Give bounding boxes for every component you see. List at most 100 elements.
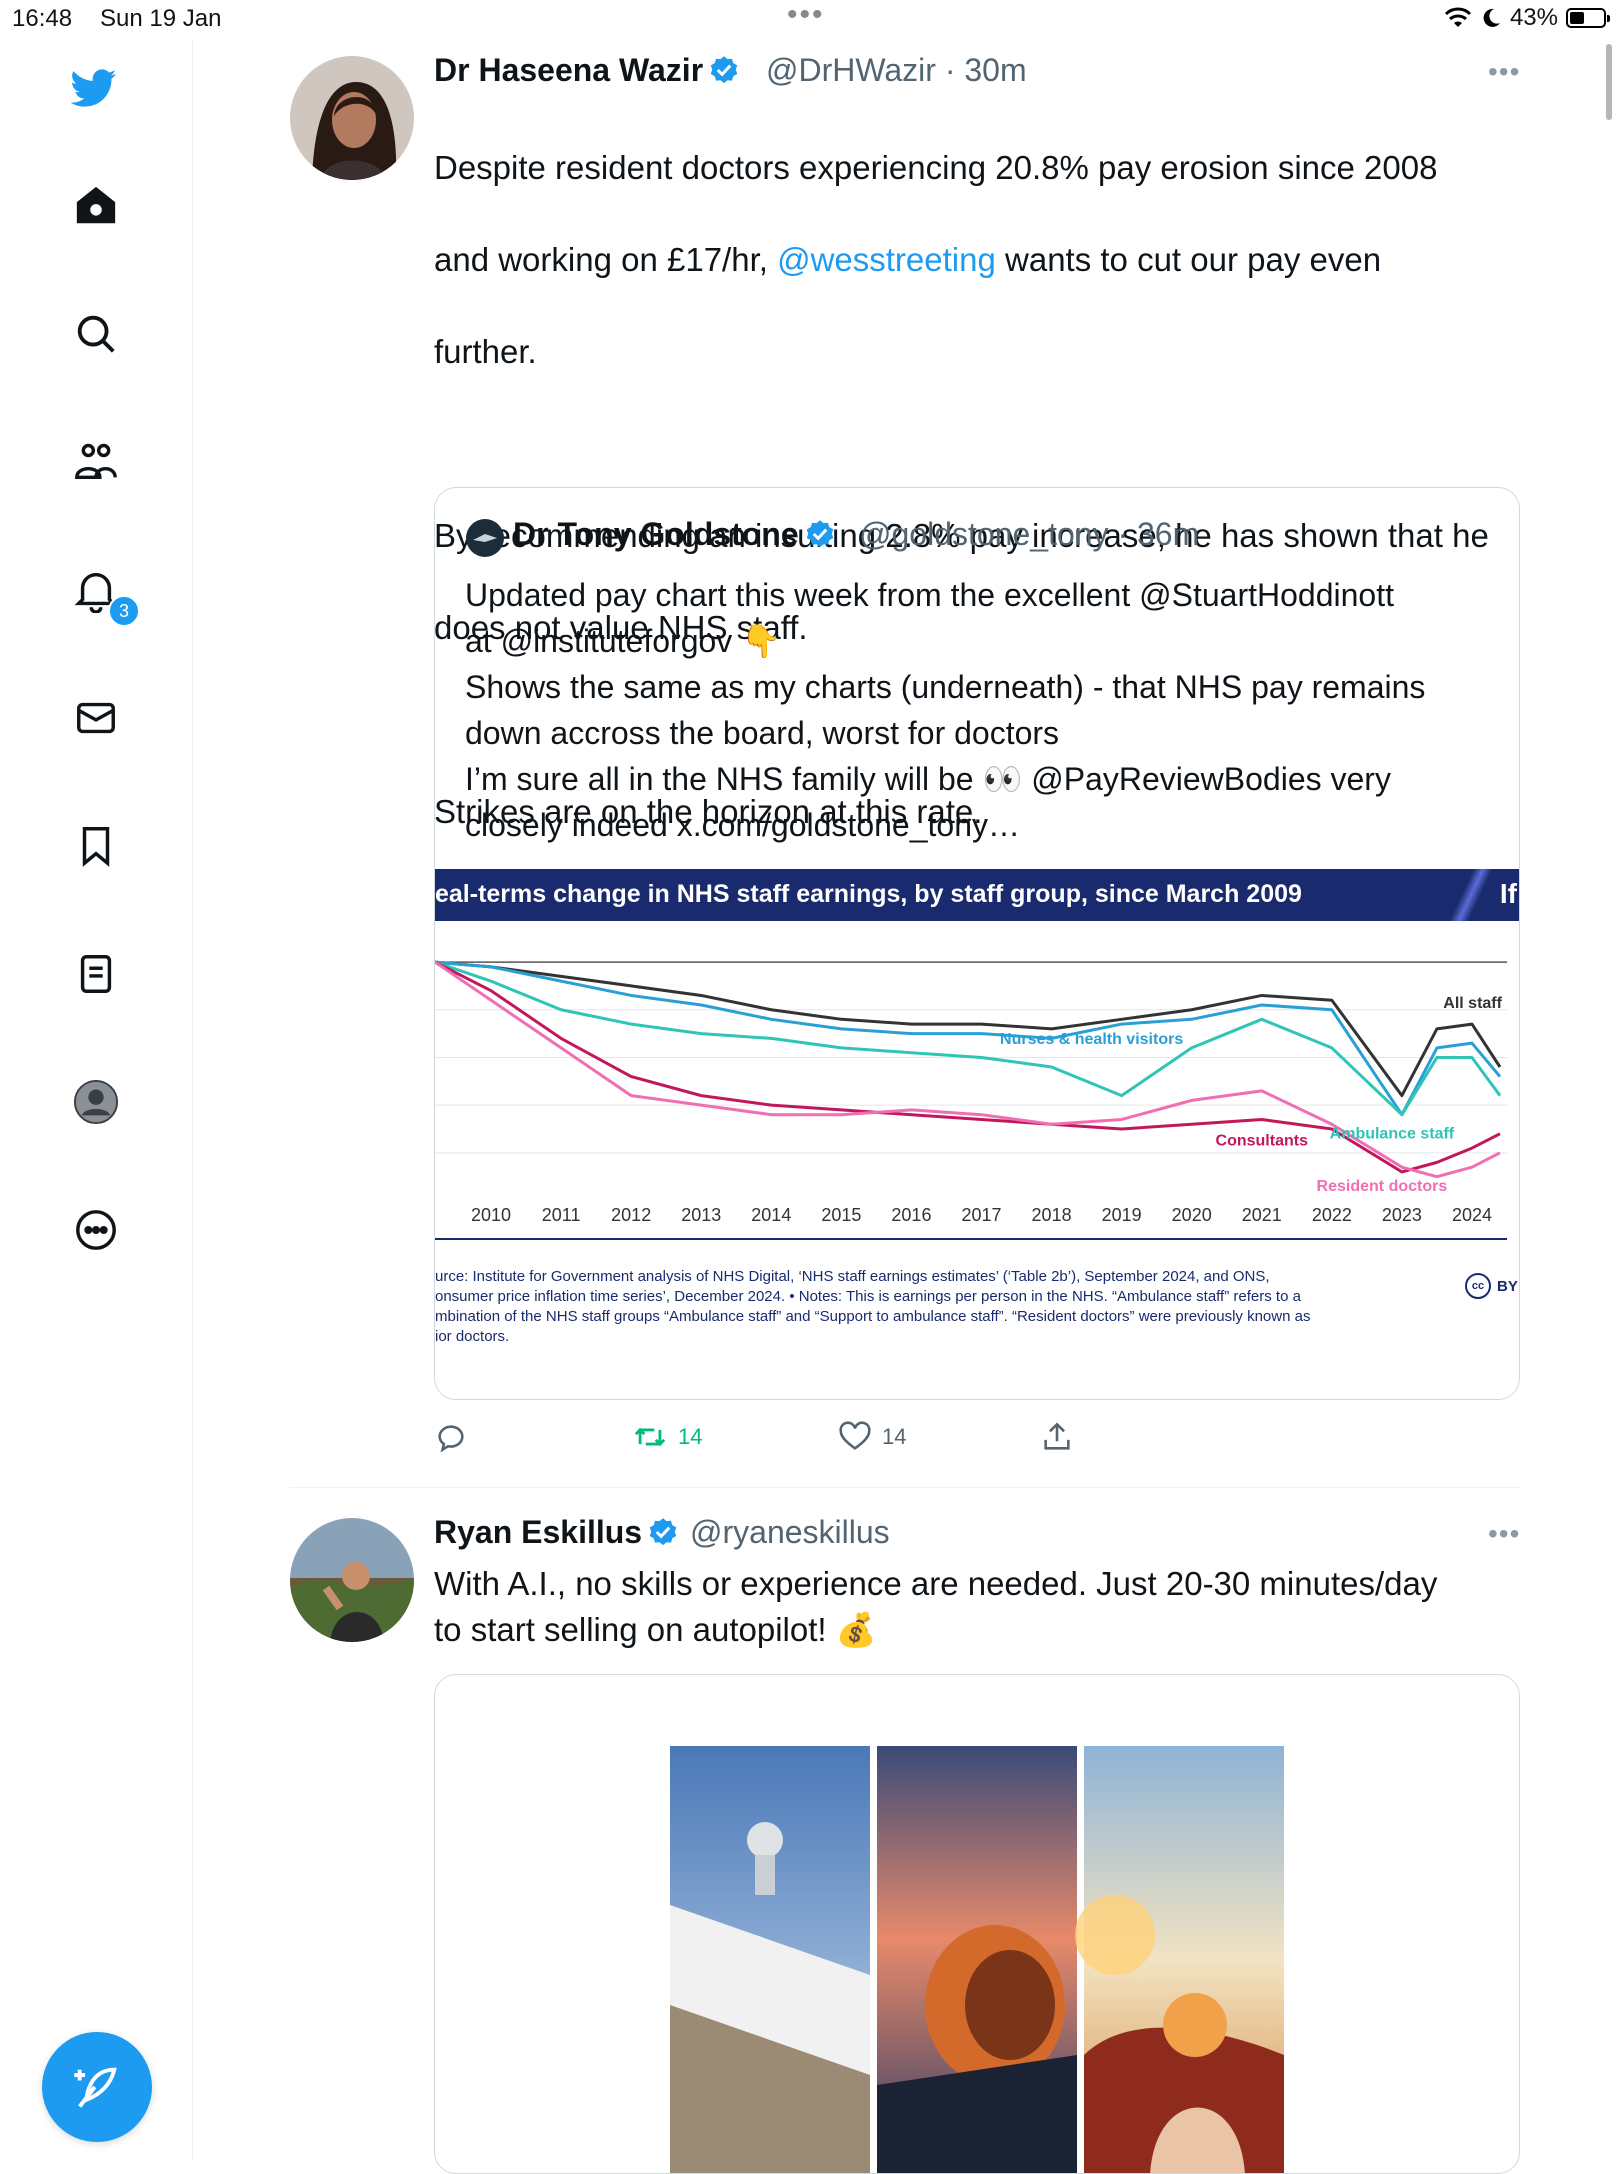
cc-icon: cc (1465, 1273, 1491, 1299)
chart-title-band: eal-terms change in NHS staff earnings, … (435, 869, 1519, 921)
tweet-line-part: and working on £17/hr, (434, 241, 778, 278)
status-right: 43% (1444, 4, 1610, 32)
tweet-line-mention: and working on £17/hr, @wesstreeting wan… (434, 237, 1489, 283)
verified-badge-icon (710, 56, 738, 84)
twitter-logo-icon[interactable] (68, 62, 120, 114)
media-card[interactable] (434, 1674, 1520, 2174)
profile-avatar-icon[interactable] (70, 1076, 122, 1128)
chart-x-tick-label: 2011 (542, 1205, 581, 1225)
like-button[interactable]: 14 (838, 1420, 906, 1454)
chart-series-label: Consultants (1216, 1132, 1309, 1149)
retweet-count: 14 (678, 1424, 703, 1449)
status-bar: 16:48 Sun 19 Jan ••• 43% (0, 0, 1620, 40)
author-name-text[interactable]: Ryan Eskillus (434, 1514, 642, 1550)
share-icon (1044, 1422, 1070, 1450)
chart-x-tick-label: 2020 (1172, 1205, 1212, 1225)
notifications-badge: 3 (108, 595, 140, 627)
chart-logo: If (1499, 878, 1517, 909)
verified-badge-icon (806, 520, 833, 548)
tweet-time[interactable]: · 30m (945, 52, 1027, 88)
lists-icon[interactable] (70, 948, 122, 1000)
battery-icon (1566, 8, 1610, 28)
chart-series-label: Nurses & health visitors (1000, 1031, 1183, 1048)
quoted-tweet-text: Updated pay chart this week from the exc… (465, 577, 1426, 843)
search-icon[interactable] (70, 308, 122, 360)
scrollbar[interactable] (1606, 44, 1612, 120)
wifi-icon (1444, 7, 1472, 27)
chart-series-line (435, 960, 1502, 1117)
chart-x-tick-label: 2015 (821, 1205, 861, 1225)
cc-by-label: BY (1497, 1277, 1518, 1295)
quoted-author-avatar (466, 519, 504, 557)
retweet-button[interactable]: 14 (632, 1420, 702, 1454)
chart-x-tick-label: 2017 (961, 1205, 1001, 1225)
chart-series-label: Ambulance staff (1330, 1126, 1455, 1143)
chart-x-tick-label: 2018 (1032, 1205, 1072, 1225)
chart-x-tick-label: 2021 (1242, 1205, 1282, 1225)
chart-logo-stripe (1451, 869, 1491, 921)
chart-image[interactable]: All staff Nurses & health visitors Ambulan… (435, 921, 1519, 1399)
chart-title: eal-terms change in NHS staff earnings, … (435, 880, 1302, 908)
more-options-icon[interactable] (70, 1204, 122, 1256)
mention-link[interactable]: @wesstreeting (777, 241, 996, 278)
tweet-author-name[interactable]: Ryan Eskillus (434, 1514, 678, 1551)
media-images (670, 1746, 1284, 2173)
status-date: Sun 19 Jan (100, 5, 222, 32)
messages-icon[interactable] (70, 692, 122, 744)
chart-series-label: Resident doctors (1317, 1178, 1448, 1195)
home-icon[interactable] (70, 180, 122, 232)
chart-series-line (435, 960, 1501, 1179)
chart-x-tick-label: 2019 (1102, 1205, 1142, 1225)
tweet-text: With A.I., no skills or experience are n… (434, 1565, 1438, 1648)
bookmarks-icon[interactable] (70, 820, 122, 872)
multitasking-dots-icon[interactable]: ••• (787, 0, 825, 32)
share-button[interactable] (1040, 1420, 1074, 1454)
convertible-car-image (1075, 1746, 1284, 2173)
tweet-line-part: wants to cut our pay even (995, 241, 1382, 278)
sidebar: 3 (0, 40, 193, 2160)
chart-x-tick-label: 2012 (611, 1205, 651, 1225)
retweet-icon (634, 1427, 666, 1447)
tweet-more-icon[interactable]: ••• (1488, 1518, 1520, 1550)
tweet-more-icon[interactable]: ••• (1488, 56, 1520, 88)
chart-x-tick-label: 2013 (681, 1205, 721, 1225)
status-time: 16:48 (12, 5, 73, 32)
author-avatar[interactable] (290, 1518, 414, 1642)
compose-tweet-button[interactable] (42, 2032, 152, 2142)
author-name-text[interactable]: Dr Haseena Wazir (434, 52, 703, 88)
tweet-author-handle[interactable]: @DrHWazir · 30m (766, 52, 1027, 89)
cc-license: cc BY (1465, 1273, 1518, 1299)
yacht-image (670, 1746, 870, 2173)
tweet-author-handle[interactable]: @ryaneskillus (690, 1514, 890, 1551)
reply-button[interactable] (434, 1420, 468, 1454)
like-count: 14 (882, 1424, 907, 1449)
handle-text[interactable]: @DrHWazir (766, 52, 936, 88)
chart-x-tick-label: 2016 (891, 1205, 931, 1225)
chart-x-tick-label: 2014 (751, 1205, 791, 1225)
quoted-tweet-card[interactable]: Dr Tony Goldstone @goldstone_tony · 36m … (434, 487, 1520, 1400)
chart-series-line (435, 960, 1502, 1098)
chart-series-label: All staff (1443, 995, 1502, 1012)
quoted-author-name[interactable]: Dr Tony Goldstone (513, 516, 835, 553)
chart-x-tick-label: 2010 (471, 1205, 511, 1225)
verified-badge-icon (649, 1518, 677, 1546)
compose-feather-icon (74, 2067, 117, 2108)
heart-icon (839, 1421, 871, 1450)
chart-x-tick-label: 2022 (1312, 1205, 1352, 1225)
communities-icon[interactable] (70, 436, 122, 488)
tweet-line: further. (434, 333, 537, 370)
tweet-author-name[interactable]: Dr Haseena Wazir (434, 52, 739, 89)
quoted-name-text[interactable]: Dr Tony Goldstone (513, 516, 799, 552)
chart-x-tick-label: 2023 (1382, 1205, 1422, 1225)
chart-series-line (435, 960, 1502, 1117)
reply-icon (438, 1425, 464, 1453)
author-avatar[interactable] (290, 56, 414, 180)
quoted-author-handle[interactable]: @goldstone_tony · 36m (859, 516, 1199, 553)
tweet-divider (290, 1487, 1522, 1488)
moon-icon (1483, 8, 1500, 27)
tweet-line: Despite resident doctors experiencing 20… (434, 149, 1438, 186)
chart-source-text: urce: Institute for Government analysis … (435, 1268, 1311, 1345)
chart-source-note: urce: Institute for Government analysis … (435, 1267, 1435, 1347)
battery-percent: 43% (1509, 4, 1558, 31)
chart-x-tick-label: 2024 (1452, 1205, 1492, 1225)
